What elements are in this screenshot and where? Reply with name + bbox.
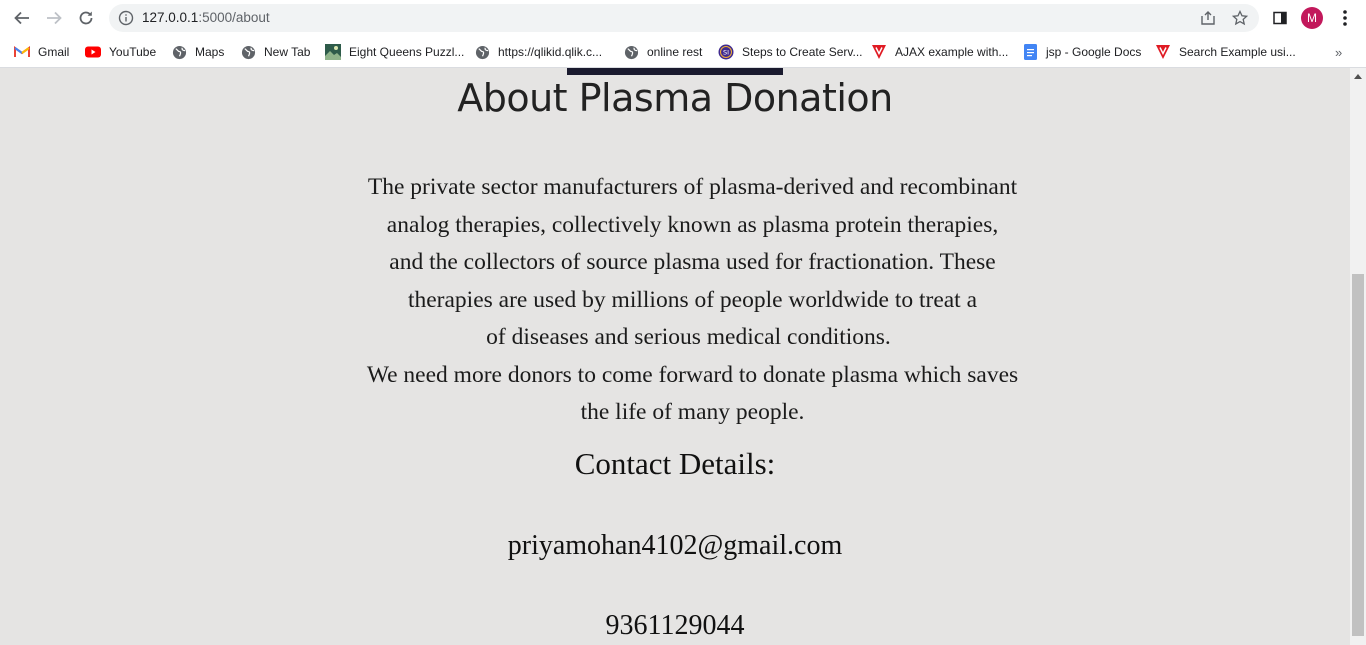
bookmark-label: jsp - Google Docs [1046, 45, 1142, 59]
paragraph-line: We need more donors to come forward to d… [366, 361, 1019, 388]
bookmark-gmail[interactable]: Gmail [14, 43, 69, 61]
v-logo-icon [871, 44, 887, 60]
paragraph-line: and the collectors of source plasma used… [389, 249, 996, 275]
bookmark-label: YouTube [109, 45, 157, 59]
contact-email: priyamohan4102@gmail.com [507, 530, 843, 561]
bookmark-online-rest[interactable]: online rest [623, 43, 702, 61]
contact-heading: Contact Details: [574, 446, 776, 481]
youtube-icon [85, 44, 101, 60]
bookmark-label: New Tab [264, 45, 311, 59]
address-bar[interactable]: 127.0.0.1:5000/about [109, 4, 1259, 32]
back-arrow-icon[interactable] [10, 6, 34, 30]
globe-icon [623, 44, 639, 60]
bookmark-eight-queens[interactable]: Eight Queens Puzzl... [325, 43, 464, 61]
bookmark-steps-create-server[interactable]: SI Steps to Create Serv... [718, 43, 863, 61]
bookmarks-bar: Gmail YouTube Maps New Tab Eight Queens … [0, 36, 1366, 68]
globe-icon [474, 44, 490, 60]
reload-icon[interactable] [74, 6, 98, 30]
si-icon: SI [718, 44, 734, 60]
share-icon[interactable] [1199, 9, 1217, 27]
bookmarks-overflow-icon[interactable]: » [1335, 45, 1342, 60]
scroll-up-arrow-icon[interactable] [1350, 68, 1366, 84]
paragraph-line: The private sector manufacturers of plas… [367, 174, 1018, 200]
globe-icon [240, 44, 256, 60]
paragraph-line: of diseases and serious medical conditio… [486, 324, 891, 350]
paragraph-line: analog therapies, collectively known as … [386, 211, 999, 238]
menu-dots-icon[interactable] [1333, 6, 1357, 30]
bookmark-maps[interactable]: Maps [171, 43, 224, 61]
profile-avatar[interactable]: M [1301, 7, 1323, 29]
image-icon [325, 44, 341, 60]
v-logo-icon [1155, 44, 1171, 60]
bookmark-label: Gmail [38, 45, 70, 59]
page-title: About Plasma Donation [457, 76, 893, 120]
about-paragraph: The private sector manufacturers of plas… [330, 169, 1055, 432]
bookmark-label: Search Example usi... [1179, 45, 1296, 59]
bookmark-label: https://qlikid.qlik.c... [498, 45, 603, 59]
bookmark-ajax-example[interactable]: AJAX example with... [871, 43, 1008, 61]
bookmark-label: Eight Queens Puzzl... [349, 45, 465, 59]
url-text: 127.0.0.1:5000/about [142, 10, 270, 26]
forward-arrow-icon[interactable] [42, 6, 66, 30]
paragraph-line: the life of many people. [580, 399, 805, 425]
browser-toolbar: 127.0.0.1:5000/about M [0, 0, 1366, 36]
bookmark-youtube[interactable]: YouTube [85, 43, 156, 61]
bookmark-jsp-google-docs[interactable]: jsp - Google Docs [1022, 43, 1141, 61]
bookmark-search-example[interactable]: Search Example usi... [1155, 43, 1296, 61]
bookmark-label: Steps to Create Serv... [742, 45, 863, 59]
bookmark-label: online rest [647, 45, 703, 59]
bookmark-label: AJAX example with... [895, 45, 1009, 59]
contact-phone: 9361129044 [605, 610, 745, 641]
url-host: 127.0.0.1 [142, 10, 199, 25]
globe-icon [171, 44, 187, 60]
site-info-icon[interactable] [118, 10, 134, 26]
url-path: :5000/about [198, 10, 270, 25]
nav-bar-fragment [567, 68, 783, 75]
docs-icon [1022, 44, 1038, 60]
bookmark-star-icon[interactable] [1231, 9, 1249, 27]
vertical-scrollbar[interactable] [1350, 68, 1366, 645]
bookmark-qlikid[interactable]: https://qlikid.qlik.c... [474, 43, 602, 61]
scrollbar-thumb[interactable] [1352, 274, 1364, 636]
page-content: About Plasma Donation The private sector… [0, 68, 1350, 645]
bookmark-label: Maps [195, 45, 225, 59]
svg-text:SI: SI [723, 49, 729, 57]
bookmark-new-tab[interactable]: New Tab [240, 43, 310, 61]
paragraph-line: therapies are used by millions of people… [407, 286, 978, 313]
side-panel-icon[interactable] [1268, 6, 1292, 30]
gmail-icon [14, 44, 30, 60]
